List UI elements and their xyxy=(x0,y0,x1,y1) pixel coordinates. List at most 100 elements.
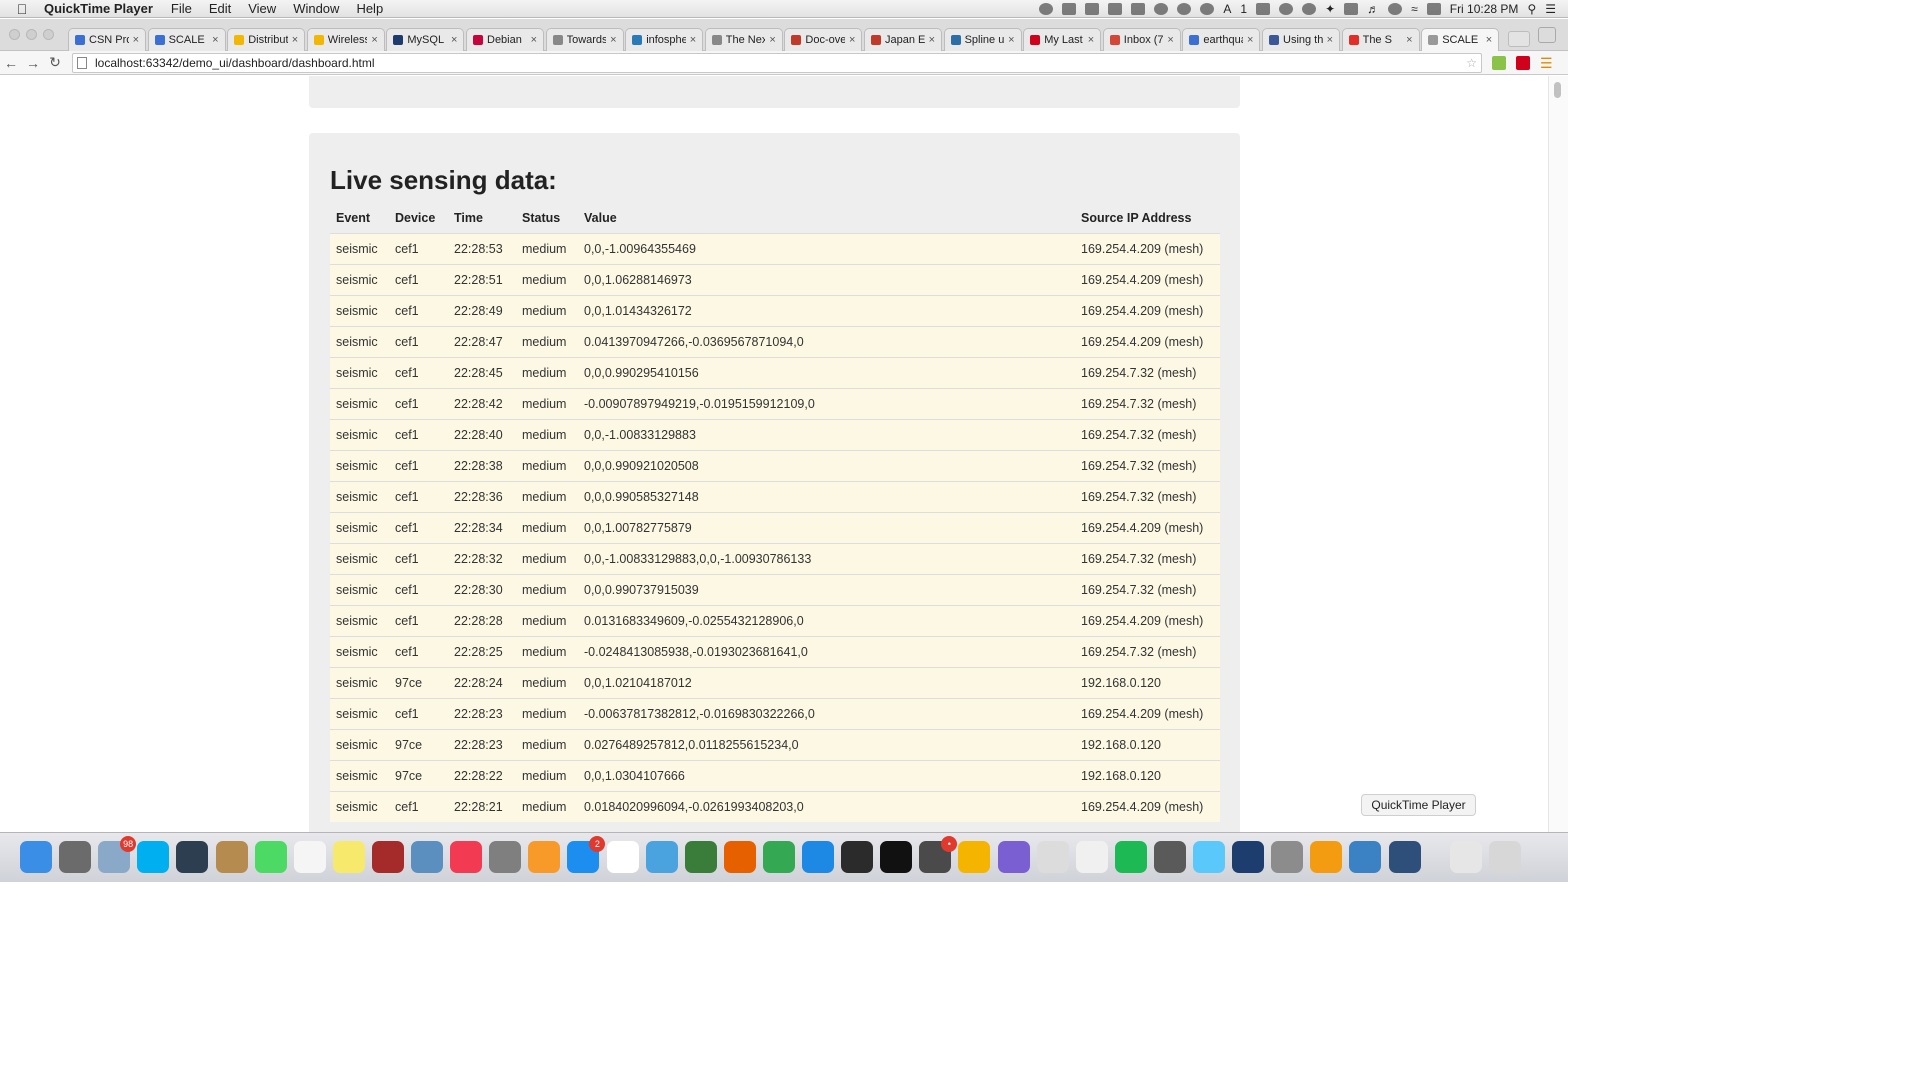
browser-tab[interactable]: The Nex × xyxy=(704,28,783,51)
dock-documents-icon[interactable] xyxy=(1449,841,1482,873)
dock-vim-icon[interactable] xyxy=(958,841,991,873)
dock-keychain-access-icon[interactable] xyxy=(1153,841,1186,873)
dock-mission-control-icon[interactable] xyxy=(176,841,209,873)
bookmark-star-icon[interactable]: ☆ xyxy=(1466,56,1481,70)
dock-trash-icon[interactable] xyxy=(1488,841,1521,873)
dock-quicktime-player-icon[interactable] xyxy=(1388,841,1421,873)
browser-tab[interactable]: CSN Pro × xyxy=(68,28,146,51)
window-mode-button[interactable] xyxy=(1538,27,1556,43)
browser-tab[interactable]: infosphe × xyxy=(625,28,704,51)
browser-tab[interactable]: SCALE F × xyxy=(1421,28,1500,51)
info-icon[interactable] xyxy=(1200,2,1215,15)
browser-tab[interactable]: Debian × xyxy=(466,28,544,51)
tab-close-icon[interactable]: × xyxy=(690,34,696,46)
dock-ibooks-icon[interactable] xyxy=(528,841,561,873)
dock-skype-icon[interactable] xyxy=(137,841,170,873)
tab-close-icon[interactable]: × xyxy=(371,34,377,46)
battery-icon[interactable] xyxy=(1426,2,1441,15)
notification-icon[interactable] xyxy=(1131,2,1146,15)
menu-view[interactable]: View xyxy=(248,1,276,16)
tab-close-icon[interactable]: × xyxy=(133,34,139,46)
app-menu-name[interactable]: QuickTime Player xyxy=(44,1,153,16)
new-tab-button[interactable] xyxy=(1508,31,1530,47)
dock-launchpad-icon[interactable] xyxy=(59,841,92,873)
forward-arrow-icon[interactable]: → xyxy=(22,55,44,71)
menu-file[interactable]: File xyxy=(171,1,192,16)
dock-messages-icon[interactable] xyxy=(1193,841,1225,873)
dock-iphoto-icon[interactable] xyxy=(411,841,443,873)
reload-icon[interactable]: ↻ xyxy=(44,54,66,71)
dock-textedit-icon[interactable] xyxy=(1036,841,1069,873)
tab-close-icon[interactable]: × xyxy=(531,34,537,46)
tab-close-icon[interactable]: × xyxy=(929,34,935,46)
dock-system-preferences-icon[interactable] xyxy=(489,841,522,873)
page-scrollbar[interactable] xyxy=(1548,76,1568,832)
dock-console-icon[interactable] xyxy=(841,841,874,873)
evernote-icon[interactable] xyxy=(1085,2,1100,15)
minimize-window-button[interactable] xyxy=(26,29,37,40)
browser-tab[interactable]: Distribut × xyxy=(227,28,306,51)
sync-icon[interactable] xyxy=(1177,2,1192,15)
browser-tab[interactable]: The S × xyxy=(1341,28,1420,51)
dock-keepassx-icon[interactable] xyxy=(684,841,717,873)
tab-close-icon[interactable]: × xyxy=(1008,34,1014,46)
dock-sublime-text-icon[interactable]: • xyxy=(919,836,958,873)
record-icon[interactable] xyxy=(1279,2,1294,15)
browser-tab[interactable]: MySQL × xyxy=(386,28,465,51)
tab-close-icon[interactable]: × xyxy=(769,34,775,46)
spotlight-icon[interactable]: ⚲ xyxy=(1527,2,1536,16)
tab-close-icon[interactable]: × xyxy=(451,34,457,46)
url-text[interactable]: localhost:63342/demo_ui/dashboard/dashbo… xyxy=(95,56,1466,70)
dock-spotify-icon[interactable] xyxy=(1114,841,1147,873)
browser-tab[interactable]: SCALE 2× xyxy=(147,28,226,51)
dock-join-me-icon[interactable] xyxy=(1310,841,1343,873)
tab-close-icon[interactable]: × xyxy=(1167,34,1173,46)
browser-tab[interactable]: Japan E × xyxy=(864,28,942,51)
browser-tab[interactable]: Towards × xyxy=(545,28,624,51)
dock-photoshop-icon[interactable] xyxy=(1232,841,1265,873)
tab-close-icon[interactable]: × xyxy=(292,34,298,46)
dock-facetime-icon[interactable] xyxy=(254,841,287,873)
dock-contacts-icon[interactable] xyxy=(215,841,248,873)
browser-tab[interactable]: Wireless × xyxy=(306,28,385,51)
menu-help[interactable]: Help xyxy=(356,1,383,16)
pen-icon[interactable] xyxy=(1302,2,1317,15)
dock-safari-icon[interactable] xyxy=(802,841,834,873)
dock-reminders-icon[interactable] xyxy=(293,841,326,873)
browser-tab[interactable]: Using th × xyxy=(1262,28,1340,51)
bluetooth-icon[interactable]: ✦ xyxy=(1325,2,1335,16)
notification-center-icon[interactable]: ☰ xyxy=(1545,2,1556,16)
tab-close-icon[interactable]: × xyxy=(849,34,855,46)
dock-terminal-icon[interactable] xyxy=(880,841,913,873)
browser-tab[interactable]: Spline u × xyxy=(943,28,1022,51)
dock-calendar-icon[interactable] xyxy=(606,841,639,873)
dock-chrome-icon[interactable] xyxy=(762,841,795,873)
address-bar[interactable]: localhost:63342/demo_ui/dashboard/dashbo… xyxy=(72,52,1482,73)
back-arrow-icon[interactable]: ← xyxy=(0,55,22,71)
dock-itunes-icon[interactable] xyxy=(450,841,483,873)
dock-disk-utility-icon[interactable] xyxy=(1271,841,1304,873)
scroll-thumb[interactable] xyxy=(1554,82,1561,98)
dock-app-store-icon[interactable]: 2 xyxy=(567,836,606,873)
menubar-clock[interactable]: Fri 10:28 PM xyxy=(1450,2,1519,16)
dock-phpstorm-icon[interactable] xyxy=(997,841,1030,873)
tab-close-icon[interactable]: × xyxy=(212,34,218,46)
lastpass-extension-icon[interactable] xyxy=(1516,55,1530,70)
box-icon[interactable] xyxy=(1108,2,1123,15)
dock-finder-icon[interactable] xyxy=(20,841,52,873)
menu-edit[interactable]: Edit xyxy=(209,1,231,16)
adobe-icon[interactable]: A xyxy=(1223,2,1231,16)
browser-tab[interactable]: Doc-ove × xyxy=(784,28,863,51)
tab-close-icon[interactable]: × xyxy=(1247,34,1253,46)
status-app-icon[interactable] xyxy=(1039,2,1054,15)
dock-xcode-icon[interactable] xyxy=(645,841,678,873)
keyboard-icon[interactable] xyxy=(1344,2,1359,15)
zoom-window-button[interactable] xyxy=(43,29,54,40)
cloud-icon[interactable] xyxy=(1154,2,1169,15)
volume-icon[interactable]: ♬ xyxy=(1367,2,1379,16)
dock-xcode-instruments-icon[interactable] xyxy=(1349,841,1382,873)
apple-menu-icon[interactable]:  xyxy=(0,1,44,17)
wifi-icon[interactable]: ≈ xyxy=(1411,2,1418,16)
dock-notes-icon[interactable] xyxy=(332,841,365,873)
android-extension-icon[interactable] xyxy=(1492,55,1506,70)
